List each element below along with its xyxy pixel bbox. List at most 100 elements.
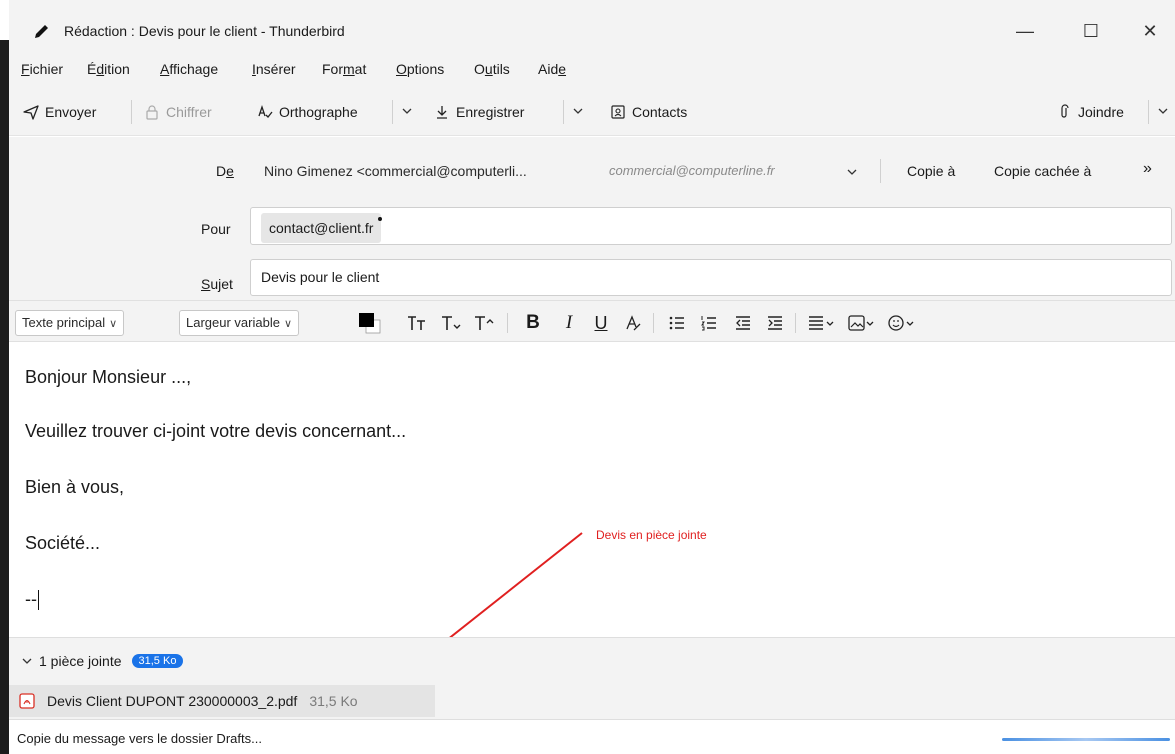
menu-edition[interactable]: Édition [87,61,130,77]
color-swatch-icon [359,313,381,334]
body-line: -- [25,589,39,611]
menu-inserer[interactable]: Insérer [252,61,296,77]
send-label: Envoyer [45,104,97,120]
from-select[interactable]: Nino Gimenez <commercial@computerli... [264,163,527,179]
title-bar: Rédaction : Devis pour le client - Thund… [9,0,1175,52]
chevron-down-icon: ∨ [283,318,293,330]
close-window-button[interactable]: ✕ [1127,14,1173,48]
remove-styles-button[interactable] [621,310,645,336]
clear-format-icon [626,315,641,331]
increase-font-button[interactable] [471,310,497,336]
to-label: Pour [201,221,231,237]
align-button[interactable] [805,310,839,336]
menu-format[interactable]: Format [322,61,366,77]
spelling-dropdown-button[interactable] [399,101,415,121]
recipient-pill[interactable]: contact@client.fr [261,213,383,243]
subject-field[interactable] [250,259,1172,296]
menu-bar: Fichier Édition Affichage Insérer Format… [9,52,1175,86]
minimize-button[interactable]: — [1002,14,1048,48]
paperclip-icon [1061,104,1069,118]
smaller-font-button[interactable] [404,310,430,336]
body-line: Bonjour Monsieur ..., [25,367,192,387]
emoji-button[interactable] [885,310,919,336]
menu-fichier[interactable]: Fichier [21,61,63,77]
indent-button[interactable] [763,310,787,336]
body-line: Bien à vous, [25,477,125,497]
menu-affichage[interactable]: Affichage [160,61,218,77]
attach-dropdown-button[interactable] [1155,101,1171,121]
numbered-list-button[interactable] [697,310,721,336]
attachment-toggle[interactable]: 1 pièce jointe 31,5 Ko [21,653,184,669]
save-dropdown-button[interactable] [570,101,586,121]
signature-separator: -- [25,589,37,609]
chevron-down-icon [847,169,857,175]
subject-label: Sujet [201,276,233,292]
encrypt-label: Chiffrer [166,104,212,120]
subject-value: Devis pour le client [261,269,380,285]
bullet-list-button[interactable] [665,310,689,336]
status-bar: Copie du message vers le dossier Drafts.… [9,719,1175,754]
maximize-button[interactable]: ☐ [1068,14,1114,48]
message-body[interactable]: Bonjour Monsieur ..., Veuillez trouver c… [9,343,1175,637]
attachment-name: Devis Client DUPONT 230000003_2.pdf [47,693,298,709]
from-dropdown-button[interactable] [844,162,860,182]
close-icon: ✕ [1142,20,1158,41]
underline-icon: U [594,312,608,333]
save-button[interactable]: Enregistrer [434,101,524,123]
image-icon [848,315,874,331]
encrypt-button[interactable]: Chiffrer [144,101,212,123]
attachment-size: 31,5 Ko [309,693,358,709]
attachment-bar[interactable]: 1 pièce jointe 31,5 Ko [9,637,1175,683]
to-field[interactable] [250,207,1172,245]
download-icon [437,106,447,119]
background-strip [0,40,9,754]
font-select[interactable]: Largeur variable ∨ [179,310,300,336]
spelling-label: Orthographe [279,104,358,120]
smiley-icon [888,315,914,331]
format-divider [507,313,508,333]
text-cursor [38,590,39,611]
from-alias: commercial@computerline.fr [609,163,775,178]
format-divider [653,313,654,333]
attach-label: Joindre [1078,104,1124,120]
font-smaller-icon [442,316,461,330]
annotation-label: Devis en pièce jointe [596,528,707,542]
pen-icon [35,25,48,38]
body-line: Veuillez trouver ci-joint votre devis co… [25,421,407,441]
more-headers-button[interactable]: » [1143,160,1152,178]
header-divider [880,159,881,183]
attachment-count: 1 pièce jointe [39,653,122,669]
spelling-button[interactable]: Orthographe [257,101,358,123]
status-text: Copie du message vers le dossier Drafts.… [17,731,262,746]
attachment-size-badge: 31,5 Ko [131,654,184,668]
menu-aide[interactable]: Aide [538,61,566,77]
spellcheck-icon [258,104,273,118]
contacts-button[interactable]: Contacts [610,101,687,123]
bcc-button[interactable]: Copie cachée à [994,163,1091,179]
attachment-item[interactable]: Devis Client DUPONT 230000003_2.pdf 31,5… [9,685,435,717]
attach-button[interactable]: Joindre [1056,101,1124,123]
menu-options[interactable]: Options [396,61,444,77]
font-larger-icon [475,316,494,330]
body-line: Société... [25,533,101,553]
outdent-button[interactable] [731,310,755,336]
chevron-down-icon: ∨ [109,318,118,330]
bold-button[interactable]: B [521,310,545,336]
toolbar-divider [131,100,132,124]
indent-icon [768,316,782,330]
text-color-button[interactable] [353,310,387,336]
cc-button[interactable]: Copie à [907,163,955,179]
decrease-font-button[interactable] [438,310,464,336]
window-title: Rédaction : Devis pour le client - Thund… [64,23,345,39]
insert-image-button[interactable] [845,310,879,336]
align-icon [809,316,834,330]
send-button[interactable]: Envoyer [23,101,96,123]
menu-outils[interactable]: Outils [474,61,510,77]
chevron-down-icon [22,658,32,664]
format-toolbar: Texte principal ∨ Largeur variable ∨ B I U [9,300,1175,342]
paragraph-style-select[interactable]: Texte principal ∨ [15,310,125,336]
italic-icon: I [565,312,573,333]
underline-button[interactable]: U [589,310,613,336]
save-label: Enregistrer [456,104,525,120]
italic-button[interactable]: I [557,310,581,336]
